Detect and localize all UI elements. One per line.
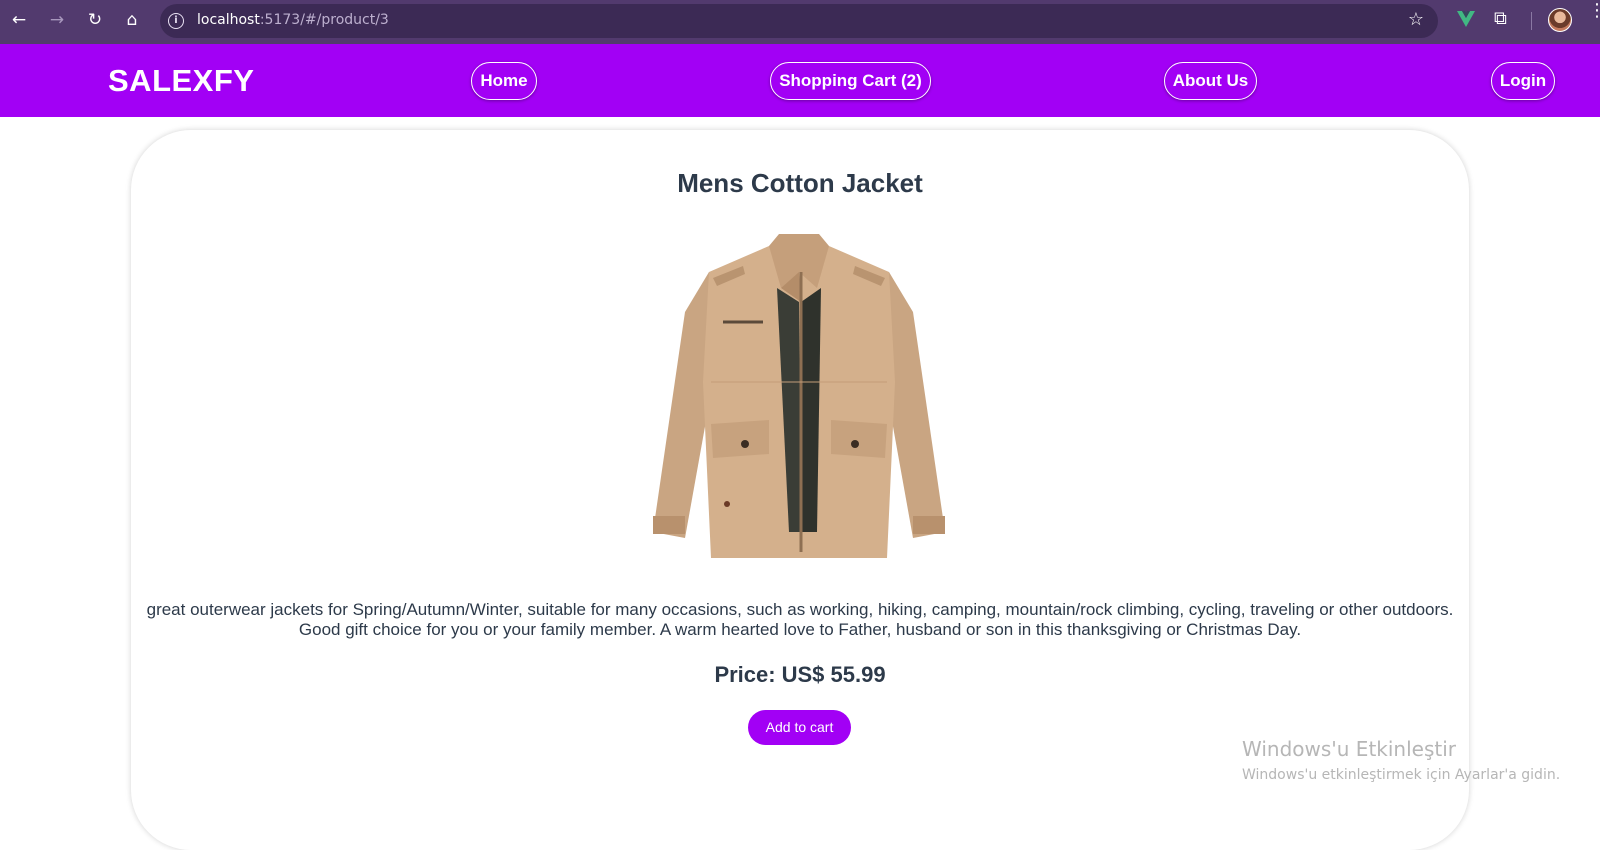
windows-activation-watermark: Windows'u Etkinleştir Windows'u etkinleş… — [1242, 737, 1560, 783]
nav-about-link[interactable]: About Us — [1164, 62, 1257, 100]
site-header: SALEXFY Home Shopping Cart (2) About Us … — [0, 44, 1600, 117]
nav-login-link[interactable]: Login — [1491, 62, 1555, 100]
kebab-menu-icon[interactable]: ⋮ — [1588, 2, 1600, 20]
add-to-cart-button[interactable]: Add to cart — [748, 710, 851, 745]
url-text[interactable]: localhost:5173/#/product/3 — [197, 12, 389, 28]
watermark-subtitle: Windows'u etkinleştirmek için Ayarlar'a … — [1242, 767, 1561, 783]
price-label: Price: — [714, 662, 776, 687]
product-title: Mens Cotton Jacket — [677, 168, 923, 198]
watermark-title: Windows'u Etkinleştir — [1242, 737, 1457, 761]
description-line-2: Good gift choice for you or your family … — [298, 620, 1302, 639]
browser-toolbar: ← → ↻ ⌂ i localhost:5173/#/product/3 ☆ ⧉… — [0, 0, 1600, 44]
forward-arrow-icon[interactable]: → — [46, 9, 68, 31]
back-arrow-icon[interactable]: ← — [8, 9, 30, 31]
site-logo[interactable]: SALEXFY — [108, 63, 254, 99]
info-icon[interactable]: i — [168, 13, 184, 29]
product-description: great outerwear jackets for Spring/Autum… — [141, 600, 1459, 640]
nav-home-link[interactable]: Home — [471, 62, 537, 100]
home-icon[interactable]: ⌂ — [121, 9, 143, 31]
product-image — [653, 234, 945, 558]
price-value: US$ 55.99 — [781, 662, 886, 687]
puzzle-icon[interactable]: ⧉ — [1494, 8, 1507, 29]
description-line-1: great outerwear jackets for Spring/Autum… — [146, 600, 1454, 619]
vue-icon[interactable] — [1456, 9, 1476, 29]
address-bar[interactable]: i localhost:5173/#/product/3 ☆ — [160, 4, 1438, 38]
product-price: Price: US$ 55.99 — [131, 662, 1469, 688]
avatar[interactable] — [1548, 8, 1572, 32]
url-host: localhost — [197, 12, 260, 28]
toolbar-divider — [1531, 12, 1532, 30]
url-path: :5173/#/product/3 — [259, 12, 389, 28]
reload-icon[interactable]: ↻ — [84, 9, 106, 31]
star-icon[interactable]: ☆ — [1408, 9, 1424, 30]
nav-cart-link[interactable]: Shopping Cart (2) — [770, 62, 931, 100]
